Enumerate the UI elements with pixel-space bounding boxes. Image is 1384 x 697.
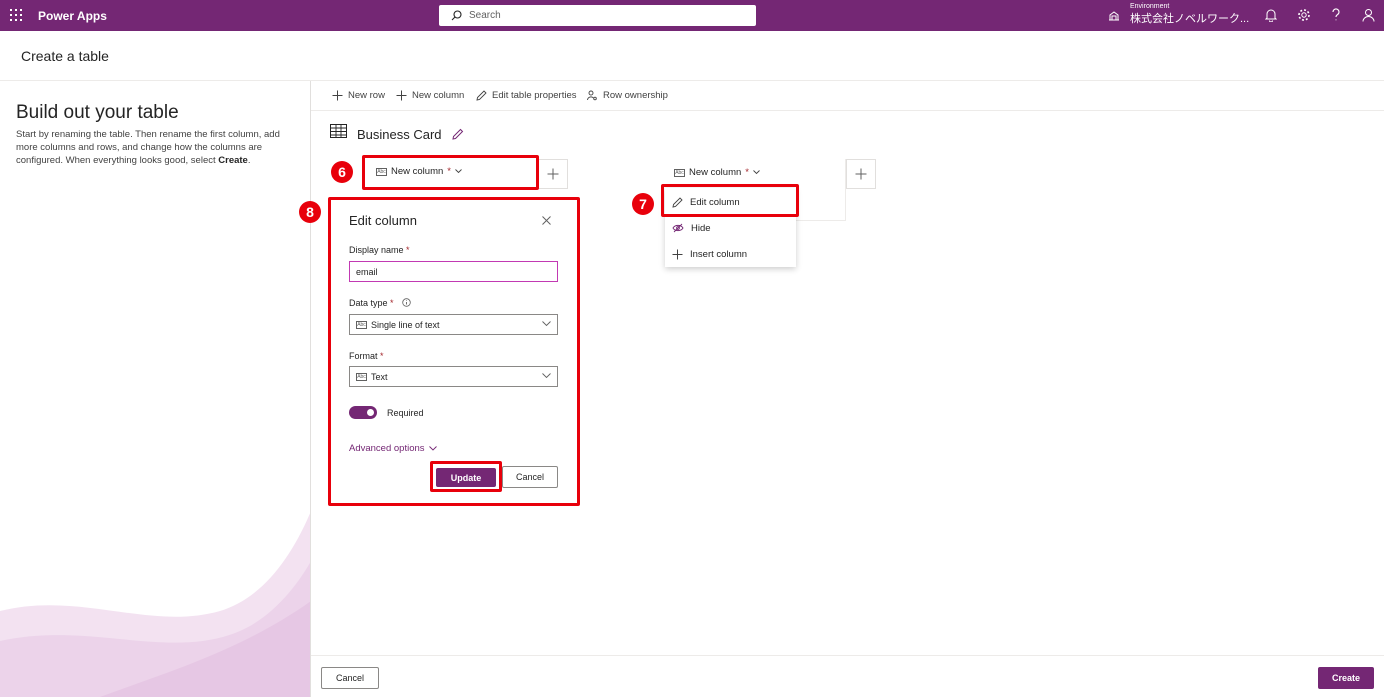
left-description: Start by renaming the table. Then rename…: [16, 128, 291, 167]
pencil-icon: [476, 90, 487, 101]
chevron-down-icon: [753, 170, 760, 175]
new-column-button[interactable]: New column: [396, 90, 464, 101]
new-row-button[interactable]: New row: [332, 90, 385, 101]
footer-bar: Cancel Create: [311, 655, 1384, 697]
page-header: Create a table: [0, 31, 1384, 81]
menu-item-label: Hide: [691, 222, 711, 234]
command-bar: New row New column Edit table properties…: [311, 81, 1384, 111]
create-button[interactable]: Create: [1318, 667, 1374, 689]
left-description-end: .: [247, 155, 251, 166]
environment-picker[interactable]: Environment 株式会社ノベルワーク...: [1130, 3, 1249, 26]
table-name[interactable]: Business Card: [357, 127, 442, 142]
left-pane: Build out your table Start by renaming t…: [0, 81, 311, 697]
new-column-label: New column: [412, 90, 465, 101]
environment-value: 株式会社ノベルワーク...: [1130, 13, 1250, 25]
plus-icon: [396, 90, 407, 101]
step-badge-8: 8: [299, 201, 321, 223]
decorative-wave: [0, 513, 310, 697]
plus-icon: [547, 168, 559, 180]
highlight-box-update-button: [430, 461, 502, 492]
app-launcher-icon[interactable]: [10, 9, 22, 21]
menu-item-label: Insert column: [690, 248, 748, 260]
edit-table-name-icon[interactable]: [452, 128, 464, 140]
environment-icon[interactable]: [1108, 10, 1120, 21]
table-icon: [330, 124, 347, 138]
person-key-icon: [587, 90, 597, 101]
plus-icon: [855, 168, 867, 180]
eye-hide-icon: [672, 223, 684, 233]
step-badge-7: 7: [632, 193, 654, 215]
plus-icon: [672, 249, 683, 259]
left-description-bold: Create: [218, 155, 248, 166]
column-header-2[interactable]: Abc New column *: [674, 167, 760, 178]
highlight-box-edit-panel: [328, 197, 580, 506]
edit-table-properties-button[interactable]: Edit table properties: [476, 90, 577, 101]
text-type-icon: Abc: [674, 168, 685, 177]
user-avatar-icon[interactable]: [1362, 8, 1375, 22]
notification-bell-icon[interactable]: [1265, 8, 1277, 22]
menu-item-insert-column[interactable]: Insert column: [665, 241, 796, 267]
row-ownership-button[interactable]: Row ownership: [587, 90, 668, 101]
edit-table-properties-label: Edit table properties: [492, 90, 577, 101]
cancel-button[interactable]: Cancel: [321, 667, 379, 689]
gear-icon[interactable]: [1297, 8, 1311, 22]
new-row-label: New row: [348, 90, 385, 101]
search-box[interactable]: Search: [439, 5, 756, 26]
highlight-box-edit-column: [661, 184, 799, 217]
required-mark: *: [745, 167, 749, 178]
menu-item-hide[interactable]: Hide: [665, 215, 796, 241]
column-header-label: New column: [689, 167, 742, 178]
search-placeholder: Search: [469, 10, 501, 21]
page-title: Create a table: [21, 48, 109, 64]
add-column-button[interactable]: [846, 159, 876, 189]
environment-label: Environment: [1130, 3, 1170, 10]
highlight-box-column-header: [362, 155, 539, 190]
row-ownership-label: Row ownership: [603, 90, 668, 101]
left-heading: Build out your table: [16, 102, 179, 123]
app-name[interactable]: Power Apps: [38, 9, 107, 23]
search-icon: [451, 10, 462, 21]
top-bar: Power Apps Search Environment 株式会社ノベルワーク…: [0, 0, 1384, 31]
add-column-button[interactable]: [538, 159, 568, 189]
step-badge-6: 6: [331, 161, 353, 183]
plus-icon: [332, 90, 343, 101]
help-icon[interactable]: [1331, 8, 1341, 22]
